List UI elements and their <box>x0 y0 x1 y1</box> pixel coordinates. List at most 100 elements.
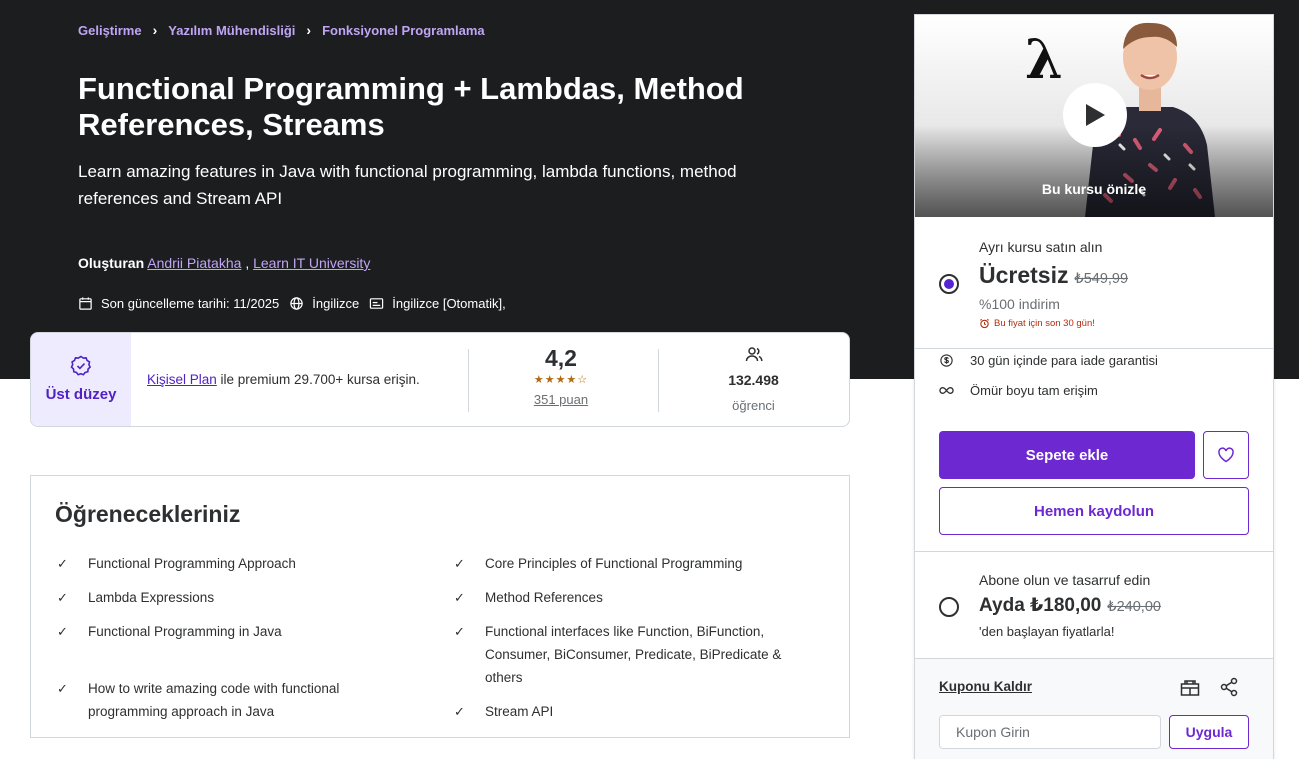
subscription-option[interactable]: Abone olun ve tasarruf edin Ayda ₺180,00… <box>915 551 1273 659</box>
breadcrumb-item-development[interactable]: Geliştirme <box>78 23 142 38</box>
check-icon: ✓ <box>454 590 465 605</box>
premium-badge-label: Üst düzey <box>45 386 117 403</box>
creator-link-learn-it[interactable]: Learn IT University <box>253 255 370 271</box>
check-icon: ✓ <box>454 704 465 719</box>
last-updated: Son güncelleme tarihi: 11/2025 <box>101 296 280 311</box>
learn-list-left: ✓ Functional Programming Approach ✓ Lambda… <box>57 552 417 734</box>
students-block: 132.498 öğrenci <box>671 345 836 413</box>
learn-item-text: Core Principles of Functional Programmin… <box>485 556 743 571</box>
personal-plan-link[interactable]: Kişisel Plan <box>147 372 217 387</box>
course-stats-card: Üst düzey Kişisel Plan ile premium 29.70… <box>30 332 850 427</box>
check-icon: ✓ <box>57 681 68 696</box>
original-price: ₺549,99 <box>1074 271 1129 287</box>
subscription-radio[interactable] <box>939 597 959 617</box>
learn-item: ✓ Functional Programming Approach <box>57 552 417 575</box>
rating-block: 4,2 ★★★★☆ 351 puan <box>491 345 631 407</box>
learn-item: ✓ Stream API <box>454 700 814 723</box>
students-label: öğrenci <box>732 398 775 413</box>
enroll-now-button[interactable]: Hemen kaydolun <box>939 487 1249 535</box>
learn-item: ✓ Functional interfaces like Function, Bi… <box>454 620 814 689</box>
feature-refund: 30 gün içinde para iade garantisi <box>939 353 1158 368</box>
users-icon <box>745 347 763 362</box>
apply-coupon-button[interactable]: Uygula <box>1169 715 1249 749</box>
purchase-sidebar: λ Bu kursu önizle Ayrı kursu satın alın … <box>914 14 1274 759</box>
breadcrumb-item-software-engineering[interactable]: Yazılım Mühendisliği <box>168 23 295 38</box>
feature-refund-text: 30 gün içinde para iade garantisi <box>970 353 1158 368</box>
course-captions: İngilizce [Otomatik], <box>392 296 506 311</box>
personal-plan-description: ile premium 29.700+ kursa erişin. <box>216 372 420 387</box>
check-icon: ✓ <box>454 624 465 639</box>
course-subtitle: Learn amazing features in Java with func… <box>78 162 737 208</box>
share-icon[interactable] <box>1218 676 1240 698</box>
rating-stars-icon: ★★★★☆ <box>533 374 589 386</box>
lambda-symbol: λ <box>1025 27 1063 91</box>
course-creators: Oluşturan Andrii Piatakha , Learn IT Uni… <box>78 255 370 271</box>
chevron-right-icon: › <box>306 22 312 38</box>
course-title: Functional Programming + Lambdas, Method… <box>78 71 744 142</box>
buy-course-radio[interactable] <box>939 274 959 294</box>
breadcrumb-item-functional-programming[interactable]: Fonksiyonel Programlama <box>322 23 485 38</box>
learn-list-right: ✓ Core Principles of Functional Programmi… <box>454 552 814 734</box>
feature-lifetime-text: Ömür boyu tam erişim <box>970 383 1098 398</box>
remove-coupon-link[interactable]: Kuponu Kaldır <box>939 679 1032 694</box>
subscription-price: Ayda ₺180,00 ₺240,00 <box>979 594 1161 617</box>
wishlist-button[interactable] <box>1203 431 1249 479</box>
price-value: Ücretsiz <box>979 262 1069 288</box>
subscription-price-value: Ayda ₺180,00 <box>979 595 1102 616</box>
preview-caption: Bu kursu önizle <box>1041 181 1147 197</box>
learn-item-text: Functional interfaces like Function, BiF… <box>485 624 782 685</box>
add-to-cart-button[interactable]: Sepete ekle <box>939 431 1195 479</box>
buy-course-label: Ayrı kursu satın alın <box>979 239 1103 255</box>
globe-icon <box>290 297 304 310</box>
calendar-icon <box>79 297 92 310</box>
check-icon: ✓ <box>57 624 68 639</box>
check-icon: ✓ <box>454 556 465 571</box>
learn-item-text: Lambda Expressions <box>88 590 215 605</box>
created-by-label: Oluşturan <box>78 255 145 271</box>
play-icon <box>1086 104 1105 126</box>
learn-item-text: Functional Programming in Java <box>88 624 282 639</box>
learn-item: ✓ How to write amazing code with function… <box>57 677 347 723</box>
learn-item: ✓ Method References <box>454 586 814 609</box>
price-alarm-text: Bu fiyat için son 30 gün! <box>994 318 1095 329</box>
subscription-note: 'den başlayan fiyatlarla! <box>979 624 1115 639</box>
learn-heading: Öğrenecekleriniz <box>55 501 241 527</box>
rating-count-link[interactable]: 351 puan <box>491 392 631 407</box>
students-count: 132.498 <box>728 372 779 388</box>
course-preview[interactable]: λ Bu kursu önizle <box>915 15 1273 217</box>
subscription-original-price: ₺240,00 <box>1107 599 1161 615</box>
learn-item: ✓ Core Principles of Functional Programmi… <box>454 552 814 575</box>
captions-icon <box>370 298 384 309</box>
coupon-input[interactable] <box>939 715 1161 749</box>
course-language: İngilizce <box>312 296 360 311</box>
chevron-right-icon: › <box>152 22 158 38</box>
creator-link-andrii[interactable]: Andrii Piatakha <box>147 255 241 271</box>
feature-lifetime: Ömür boyu tam erişim <box>939 383 1098 398</box>
breadcrumb: Geliştirme › Yazılım Mühendisliği › Fonk… <box>78 22 485 38</box>
rating-value: 4,2 <box>545 345 577 371</box>
discount-label: %100 indirim <box>979 296 1060 312</box>
course-meta: Son güncelleme tarihi: 11/2025 İngilizce… <box>78 296 508 311</box>
alarm-clock-icon <box>980 318 989 329</box>
coupon-section: Kuponu Kaldır Uygula <box>915 659 1273 759</box>
learn-item: ✓ Lambda Expressions <box>57 586 417 609</box>
infinity-icon <box>939 387 954 394</box>
play-button[interactable] <box>1063 83 1127 147</box>
learn-item-text: How to write amazing code with functiona… <box>88 681 340 719</box>
buy-course-option[interactable]: Ayrı kursu satın alın Ücretsiz ₺549,99 %1… <box>915 217 1273 349</box>
creator-separator: , <box>245 255 250 271</box>
gift-icon[interactable] <box>1179 676 1201 698</box>
check-icon: ✓ <box>57 590 68 605</box>
divider <box>468 349 469 412</box>
learn-item-text: Stream API <box>485 704 554 719</box>
check-icon: ✓ <box>57 556 68 571</box>
divider <box>658 349 659 412</box>
learn-item-text: Functional Programming Approach <box>88 556 296 571</box>
subscription-label: Abone olun ve tasarruf edin <box>979 572 1151 588</box>
heart-icon <box>1218 447 1234 463</box>
learn-item: ✓ Functional Programming in Java <box>57 620 417 643</box>
learn-item-text: Method References <box>485 590 603 605</box>
personal-plan-text: Kişisel Plan ile premium 29.700+ kursa e… <box>147 372 420 387</box>
course-price: Ücretsiz ₺549,99 <box>979 262 1128 289</box>
money-back-icon <box>940 354 953 367</box>
